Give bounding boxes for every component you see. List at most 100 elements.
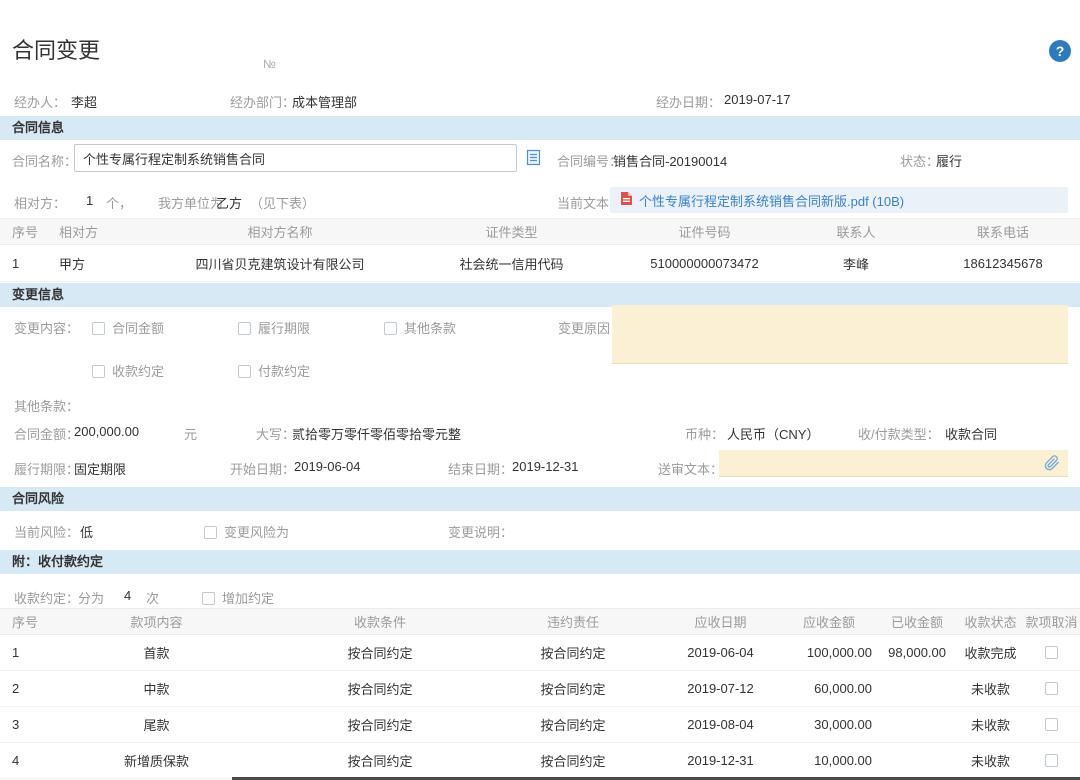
our-side-label: 我方单位为: [158, 193, 223, 212]
column-header: 应收金额: [782, 609, 876, 635]
column-header: 序号: [0, 609, 40, 635]
party-table-header-row: 序号 相对方 相对方名称 证件类型 证件号码 联系人 联系电话: [0, 219, 1080, 245]
review-doc-field[interactable]: [719, 450, 1068, 477]
performance-term-checkbox[interactable]: [238, 322, 251, 335]
handle-date-value: 2019-07-17: [724, 92, 791, 107]
status-value: 履行: [936, 151, 962, 170]
help-icon[interactable]: ?: [1049, 40, 1071, 62]
row-cancel-checkbox[interactable]: [1045, 646, 1058, 659]
table-cell: 1: [0, 245, 40, 282]
department-value: 成本管理部: [292, 92, 357, 111]
checkbox-label: 收款约定: [112, 364, 164, 379]
contract-doc-list-icon[interactable]: [526, 149, 541, 169]
review-doc-label: 送审文本：: [658, 459, 723, 478]
contract-name-label: 合同名称：: [12, 151, 77, 170]
row-cancel-checkbox[interactable]: [1045, 754, 1058, 767]
column-header: 联系电话: [926, 219, 1080, 245]
column-header: 已收金额: [876, 609, 958, 635]
table-cell: [876, 707, 958, 743]
column-header: 相对方名称: [160, 219, 400, 245]
counterparty-count: 1: [86, 193, 93, 208]
table-cell: 2019-06-04: [659, 635, 782, 671]
cancel-cell: [1023, 671, 1080, 707]
checkbox-label: 其他条款: [404, 321, 456, 336]
table-cell: 1: [0, 635, 40, 671]
receipt-status-cell: 未收款: [958, 671, 1023, 707]
table-cell: 10,000.00: [782, 743, 876, 779]
table-row: 1 甲方 四川省贝克建筑设计有限公司 社会统一信用代码 510000000073…: [0, 245, 1080, 282]
table-cell: 按合同约定: [273, 707, 487, 743]
table-row: 1 首款 按合同约定 按合同约定 2019-06-04 100,000.00 9…: [0, 635, 1080, 671]
status-label: 状态：: [900, 151, 939, 170]
table-cell: 3: [0, 707, 40, 743]
contract-amount-checkbox[interactable]: [92, 322, 105, 335]
contract-number-value: 销售合同-20190014: [613, 151, 727, 170]
row-cancel-checkbox[interactable]: [1045, 682, 1058, 695]
counterparty-label: 相对方：: [14, 193, 66, 212]
risk-note-label: 变更说明：: [448, 522, 513, 541]
other-terms-checkbox[interactable]: [384, 322, 397, 335]
column-header: 款项取消: [1023, 609, 1080, 635]
receipt-status-cell: 未收款: [958, 707, 1023, 743]
table-cell: 新增质保款: [40, 743, 273, 779]
table-cell: 社会统一信用代码: [400, 245, 623, 282]
amount-caps-value: 贰拾零万零仟零佰零拾零元整: [292, 424, 461, 443]
handle-date-label: 经办日期：: [656, 92, 721, 111]
table-row: 3 尾款 按合同约定 按合同约定 2019-08-04 30,000.00 未收…: [0, 707, 1080, 743]
contract-name-input[interactable]: [74, 144, 517, 172]
table-cell: [876, 743, 958, 779]
table-cell: 60,000.00: [782, 671, 876, 707]
cancel-cell: [1023, 707, 1080, 743]
amount-unit: 元: [184, 424, 197, 443]
start-date-value: 2019-06-04: [294, 459, 361, 474]
table-cell: 按合同约定: [487, 707, 659, 743]
column-header: 证件类型: [400, 219, 623, 245]
current-doc-link[interactable]: 个性专属行程定制系统销售合同新版.pdf (10B): [639, 191, 904, 210]
add-agreement-checkbox[interactable]: [202, 592, 215, 605]
payment-table: 序号 款项内容 收款条件 违约责任 应收日期 应收金额 已收金额 收款状态 款项…: [0, 608, 1080, 779]
our-side-value: 乙方: [216, 193, 242, 212]
change-content-label: 变更内容：: [14, 318, 79, 337]
pay-type-value: 收款合同: [945, 424, 997, 443]
table-cell: 2019-07-12: [659, 671, 782, 707]
table-cell: 尾款: [40, 707, 273, 743]
table-cell: 2: [0, 671, 40, 707]
column-header: 收款条件: [273, 609, 487, 635]
end-date-label: 结束日期：: [448, 459, 513, 478]
table-cell: 按合同约定: [487, 743, 659, 779]
column-header: 证件号码: [623, 219, 786, 245]
start-date-label: 开始日期：: [230, 459, 295, 478]
amount-value: 200,000.00: [74, 424, 139, 439]
table-cell: 4: [0, 743, 40, 779]
table-cell: 98,000.00: [876, 635, 958, 671]
paperclip-icon[interactable]: [1044, 455, 1060, 474]
table-row: 2 中款 按合同约定 按合同约定 2019-07-12 60,000.00 未收…: [0, 671, 1080, 707]
department-label: 经办部门：: [230, 92, 295, 111]
change-risk-label: 变更风险为: [224, 525, 289, 540]
currency-value: 人民币（CNY）: [727, 424, 819, 443]
current-doc-field: 个性专属行程定制系统销售合同新版.pdf (10B): [610, 187, 1068, 213]
payment-agreement-checkbox[interactable]: [238, 365, 251, 378]
column-header: 联系人: [786, 219, 926, 245]
times-unit: 次: [146, 588, 159, 607]
amount-label: 合同金额：: [14, 424, 79, 443]
row-cancel-checkbox[interactable]: [1045, 718, 1058, 731]
table-cell: 18612345678: [926, 245, 1080, 282]
amount-caps-label: 大写：: [256, 424, 295, 443]
party-table: 序号 相对方 相对方名称 证件类型 证件号码 联系人 联系电话 1 甲方 四川省…: [0, 218, 1080, 282]
pay-type-label: 收/付款类型：: [858, 424, 940, 443]
receipt-agreement-label: 收款约定：: [14, 588, 79, 607]
receipt-agreement-checkbox[interactable]: [92, 365, 105, 378]
change-reason-textarea[interactable]: [612, 305, 1068, 364]
term-value: 固定期限: [74, 459, 126, 478]
column-header: 款项内容: [40, 609, 273, 635]
split-label: 分为: [78, 588, 104, 607]
pdf-file-icon: [620, 191, 633, 209]
cancel-cell: [1023, 635, 1080, 671]
table-cell: 按合同约定: [273, 743, 487, 779]
table-cell: 李峰: [786, 245, 926, 282]
table-cell: 按合同约定: [487, 635, 659, 671]
cancel-cell: [1023, 743, 1080, 779]
change-risk-checkbox[interactable]: [204, 526, 217, 539]
payment-table-header-row: 序号 款项内容 收款条件 违约责任 应收日期 应收金额 已收金额 收款状态 款项…: [0, 609, 1080, 635]
